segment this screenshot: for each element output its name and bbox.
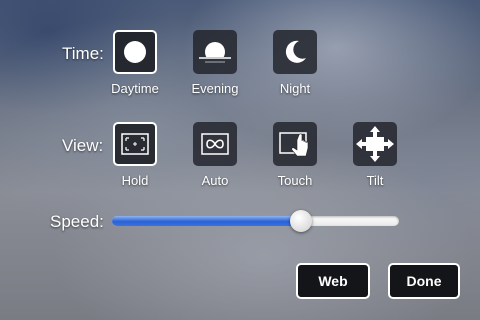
daytime-option[interactable]: Daytime xyxy=(100,30,170,96)
night-label: Night xyxy=(279,81,311,96)
speed-slider[interactable] xyxy=(112,210,399,232)
touch-button[interactable] xyxy=(273,122,317,166)
tilt-arrows-icon xyxy=(356,126,394,162)
evening-label: Evening xyxy=(191,81,239,96)
evening-button[interactable] xyxy=(193,30,237,74)
speed-slider-fill xyxy=(112,216,302,226)
auto-label: Auto xyxy=(201,173,229,188)
speed-slider-thumb[interactable] xyxy=(290,210,313,232)
hold-button[interactable] xyxy=(113,122,157,166)
hold-option[interactable]: Hold xyxy=(100,122,170,188)
daytime-button[interactable] xyxy=(113,30,157,74)
auto-option[interactable]: Auto xyxy=(180,122,250,188)
night-option[interactable]: Night xyxy=(260,30,330,96)
done-button[interactable]: Done xyxy=(388,263,460,299)
tilt-option[interactable]: Tilt xyxy=(340,122,410,188)
moon-icon xyxy=(285,40,306,63)
touch-option[interactable]: Touch xyxy=(260,122,330,188)
daytime-label: Daytime xyxy=(111,81,159,96)
hold-frame-icon xyxy=(121,133,149,155)
speed-label: Speed: xyxy=(50,212,104,231)
touch-hand-icon xyxy=(279,132,309,157)
tilt-button[interactable] xyxy=(353,122,397,166)
touch-label: Touch xyxy=(277,173,313,188)
infinity-icon xyxy=(201,133,229,155)
sun-icon xyxy=(124,41,146,63)
evening-option[interactable]: Evening xyxy=(180,30,250,96)
night-button[interactable] xyxy=(273,30,317,74)
view-label: View: xyxy=(62,136,104,155)
tilt-label: Tilt xyxy=(366,173,384,188)
sunset-icon xyxy=(199,42,231,63)
hold-label: Hold xyxy=(121,173,149,188)
web-button[interactable]: Web xyxy=(296,263,370,299)
auto-button[interactable] xyxy=(193,122,237,166)
time-label: Time: xyxy=(62,44,104,63)
